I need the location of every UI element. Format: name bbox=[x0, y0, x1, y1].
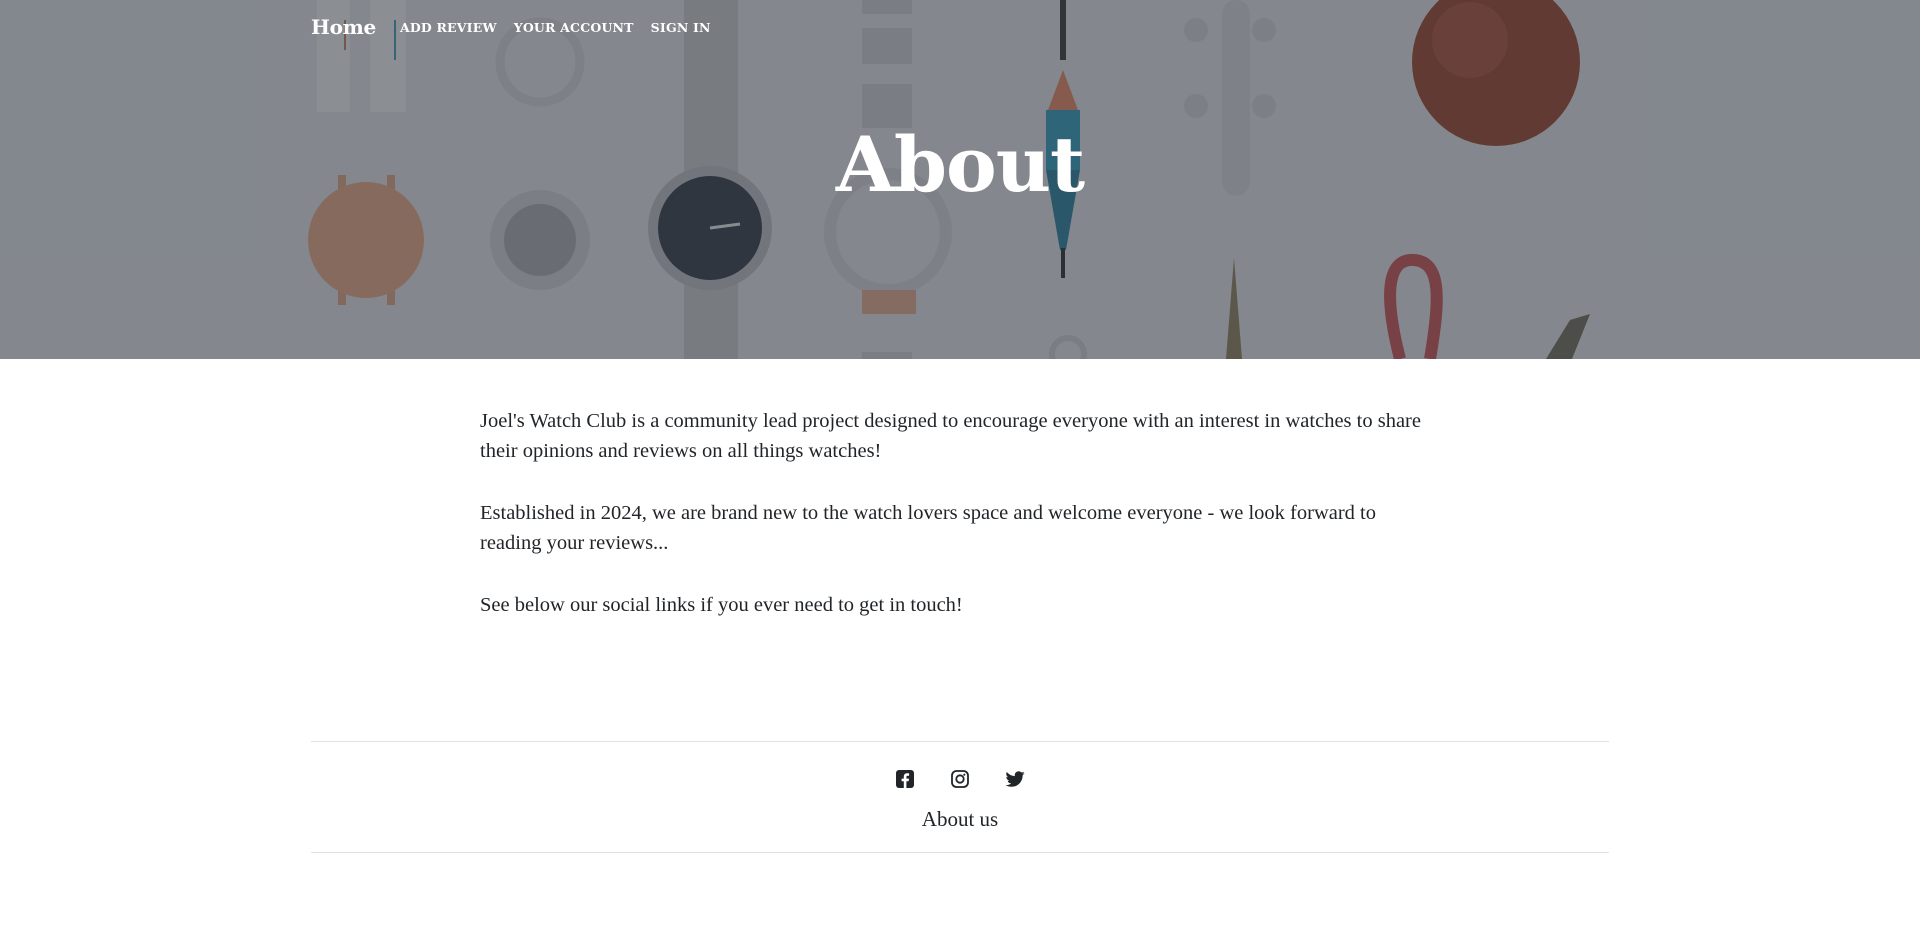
nav-sign-in-link[interactable]: SIGN IN bbox=[651, 20, 711, 35]
instagram-icon[interactable] bbox=[949, 768, 971, 790]
social-links bbox=[0, 768, 1920, 790]
about-paragraph-established: Established in 2024, we are brand new to… bbox=[480, 502, 1376, 554]
about-content: Joel's Watch Club is a community lead pr… bbox=[480, 406, 1440, 652]
footer-about-us: About us bbox=[0, 807, 1920, 832]
about-paragraph-intro: Joel's Watch Club is a community lead pr… bbox=[480, 410, 1421, 462]
about-paragraph-contact: See below our social links if you ever n… bbox=[480, 594, 963, 616]
twitter-icon[interactable] bbox=[1004, 768, 1026, 790]
page-title: About bbox=[835, 120, 1085, 209]
footer-divider-bottom bbox=[311, 852, 1609, 853]
facebook-icon[interactable] bbox=[894, 768, 916, 790]
nav-your-account-link[interactable]: YOUR ACCOUNT bbox=[514, 20, 634, 35]
about-us-link[interactable]: About us bbox=[922, 807, 998, 831]
footer-divider-top bbox=[311, 741, 1609, 742]
hero-header: Home ADD REVIEW YOUR ACCOUNT SIGN IN Abo… bbox=[0, 0, 1920, 359]
main-navigation: Home ADD REVIEW YOUR ACCOUNT SIGN IN bbox=[311, 12, 728, 42]
nav-home-link[interactable]: Home bbox=[311, 15, 376, 39]
nav-add-review-link[interactable]: ADD REVIEW bbox=[400, 20, 497, 35]
